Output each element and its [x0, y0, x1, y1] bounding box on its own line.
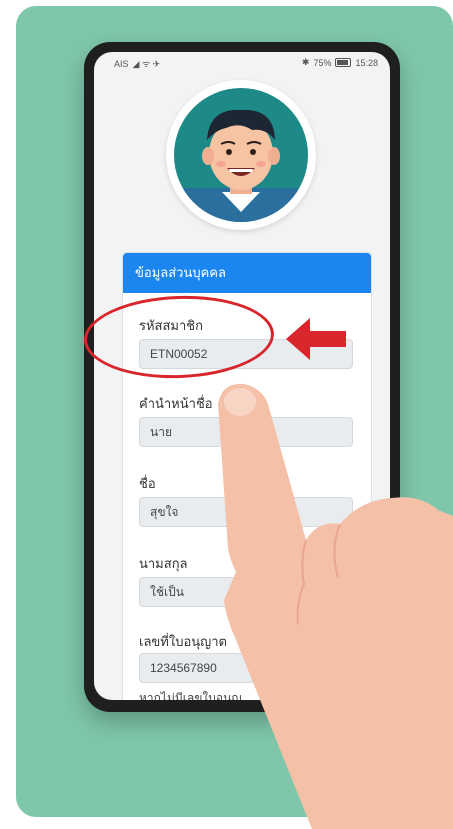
- phone-screen: AIS ◢ ᯤ ✈ ✱ 75% 15:28 ข้อมูลส่วนบุคคล รห…: [94, 52, 390, 700]
- battery-icon: [335, 58, 352, 67]
- license-number-field[interactable]: 1234567890: [139, 653, 353, 683]
- user-avatar-icon: [174, 88, 308, 222]
- signal-icon: ◢ ᯤ ✈: [132, 59, 161, 69]
- phone-frame: AIS ◢ ᯤ ✈ ✱ 75% 15:28 ข้อมูลส่วนบุคคล รห…: [84, 42, 400, 712]
- title-prefix-label: คำนำหน้าชื่อ: [139, 396, 213, 411]
- license-number-label: เลขที่ใบอนุญาต: [139, 634, 227, 649]
- last-name-field[interactable]: ใช้เป็น: [139, 577, 353, 607]
- battery-percent: 75%: [313, 57, 332, 68]
- last-name-label: นามสกุล: [139, 556, 188, 571]
- title-prefix-field[interactable]: นาย: [139, 417, 353, 447]
- red-arrow-icon: [286, 318, 346, 360]
- card-header: ข้อมูลส่วนบุคคล: [123, 253, 371, 293]
- status-left: AIS ◢ ᯤ ✈: [114, 57, 160, 70]
- license-hint-text: หากไม่มีเลขใบอนุญ: [139, 691, 242, 700]
- first-name-field[interactable]: สุขใจ: [139, 497, 353, 527]
- first-name-label: ชื่อ: [139, 476, 156, 491]
- bluetooth-icon: ✱: [301, 57, 310, 67]
- status-time: 15:28: [355, 57, 378, 68]
- status-bar: AIS ◢ ᯤ ✈ ✱ 75% 15:28: [94, 52, 390, 74]
- carrier-label: AIS: [114, 58, 129, 69]
- avatar[interactable]: [166, 80, 316, 230]
- status-right: ✱ 75% 15:28: [302, 57, 378, 68]
